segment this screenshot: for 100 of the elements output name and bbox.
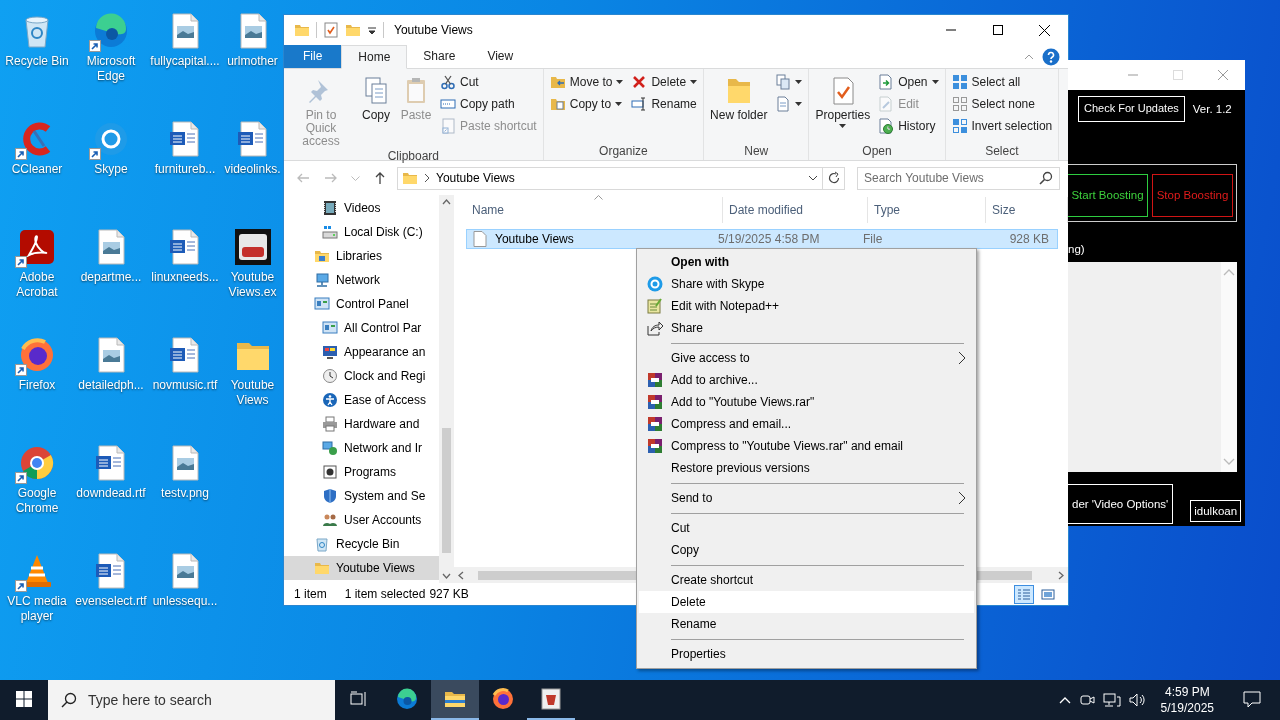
column-header[interactable]: Type xyxy=(868,197,986,223)
menu-item[interactable]: Add to "Youtube Views.rar" xyxy=(639,391,974,413)
nav-item[interactable]: Clock and Regi xyxy=(284,364,439,388)
nav-item[interactable]: User Accounts xyxy=(284,508,439,532)
nav-item[interactable]: All Control Par xyxy=(284,316,439,340)
menu-item[interactable]: Delete xyxy=(639,591,974,613)
start-button[interactable]: Start Boosting xyxy=(1068,174,1148,217)
nav-item[interactable]: Libraries xyxy=(284,244,439,268)
group-label: Clipboard xyxy=(386,149,441,164)
menu-item[interactable]: Cut xyxy=(639,517,974,539)
video-options-button[interactable]: der 'Video Options' xyxy=(1068,484,1174,524)
ribbon-tab[interactable]: Share xyxy=(407,45,472,68)
menu-item[interactable]: Send to xyxy=(639,487,974,509)
menu-item[interactable]: Compress to "Youtube Views.rar" and email xyxy=(639,435,974,457)
network-icon xyxy=(314,272,330,288)
menu-item[interactable]: Create shortcut xyxy=(639,569,974,591)
menu-item[interactable]: Share with Skype xyxy=(639,273,974,295)
clock-time[interactable]: 4:59 PM xyxy=(1160,684,1214,700)
camera-icon[interactable] xyxy=(1078,692,1095,708)
properties-icon[interactable] xyxy=(323,22,339,38)
taskbar-search-field[interactable]: Type here to search xyxy=(48,680,335,720)
taskbar-app-button[interactable] xyxy=(431,680,479,720)
nav-item[interactable]: Ease of Access xyxy=(284,388,439,412)
ribbon-button[interactable]: History xyxy=(875,115,942,137)
network-icon xyxy=(322,440,338,456)
menu-item[interactable]: Add to archive... xyxy=(639,369,974,391)
ribbon-button[interactable]: Move to xyxy=(546,71,627,93)
ribbon-button[interactable]: Delete xyxy=(628,71,701,93)
document-icon xyxy=(775,96,792,112)
ribbon-tab[interactable]: Home xyxy=(341,45,408,69)
dropdown-icon xyxy=(351,175,360,181)
clock-date[interactable]: 5/19/2025 xyxy=(1160,700,1214,716)
scrollbar-thumb[interactable] xyxy=(442,428,451,553)
printer-icon xyxy=(322,416,338,432)
menu-item[interactable]: Properties xyxy=(639,643,974,665)
accessibility-icon xyxy=(322,392,338,408)
delete-icon xyxy=(631,74,648,90)
column-header[interactable]: Name xyxy=(466,197,723,223)
network-icon[interactable] xyxy=(1102,692,1121,708)
help-icon[interactable] xyxy=(1042,47,1060,66)
stop-button[interactable]: Stop Boosting xyxy=(1152,174,1233,217)
view-button[interactable] xyxy=(1014,584,1034,604)
notification-icon xyxy=(1243,690,1261,708)
refresh-button[interactable] xyxy=(823,166,845,190)
folder-icon xyxy=(402,170,418,186)
address-bar[interactable]: Youtube Views xyxy=(397,166,823,190)
nav-item[interactable]: System and Se xyxy=(284,484,439,508)
ribbon-tab[interactable]: View xyxy=(471,45,530,68)
ribbon-button[interactable]: Properties xyxy=(812,71,874,129)
ribbon-button[interactable]: New folder xyxy=(707,71,771,123)
group-label: Select xyxy=(984,144,1020,160)
nav-item[interactable]: Local Disk (C:) xyxy=(284,220,439,244)
nav-item[interactable]: Videos xyxy=(284,196,439,220)
ribbon-button[interactable]: Rename xyxy=(628,93,701,115)
browser-icon xyxy=(491,687,515,711)
chat-app-icon xyxy=(647,276,663,292)
nav-item[interactable]: Recycle Bin xyxy=(284,532,439,556)
nav-item[interactable]: Network xyxy=(284,268,439,292)
nav-item[interactable]: Hardware and xyxy=(284,412,439,436)
menu-item[interactable]: Open with xyxy=(639,251,974,273)
select-none-icon xyxy=(951,96,968,112)
ribbon-tab[interactable]: File xyxy=(284,45,342,68)
menu-item[interactable]: Restore previous versions xyxy=(639,457,974,479)
ribbon-button[interactable]: Cut xyxy=(437,71,540,93)
ribbon-button[interactable]: Select none xyxy=(948,93,1056,115)
ribbon-button[interactable]: Copy path xyxy=(437,93,540,115)
column-header[interactable]: Date modified xyxy=(723,197,868,223)
ribbon-button[interactable]: Copy to xyxy=(546,93,627,115)
scrollbar[interactable] xyxy=(439,195,454,583)
file-row[interactable]: Youtube Views 5/19/2025 4:58 PM File 928 KB xyxy=(466,229,1058,249)
collapse-icon[interactable] xyxy=(1024,53,1034,60)
table-cell-text: File xyxy=(862,231,884,247)
chevron-up-icon[interactable] xyxy=(1058,696,1071,704)
nav-item[interactable]: Programs xyxy=(284,460,439,484)
control-panel-icon xyxy=(322,320,338,336)
menu-item[interactable]: Share xyxy=(639,317,974,339)
volume-icon[interactable] xyxy=(1128,692,1147,708)
menu-item[interactable]: Give access to xyxy=(639,347,974,369)
group-label: Organize xyxy=(598,144,649,160)
task-view-icon xyxy=(350,691,368,707)
breadcrumb[interactable]: Youtube Views xyxy=(436,170,515,186)
ribbon-button[interactable]: Copy xyxy=(357,71,395,123)
ribbon-button[interactable]: Invert selection xyxy=(948,115,1056,137)
menu-item[interactable]: Rename xyxy=(639,613,974,635)
search-field[interactable]: Search Youtube Views xyxy=(857,166,1060,190)
ribbon-button[interactable]: Open xyxy=(875,71,942,93)
menu-item[interactable]: Edit with Notepad++ xyxy=(639,295,974,317)
display-icon xyxy=(322,344,338,360)
menu-item[interactable]: Compress and email... xyxy=(639,413,974,435)
scrollbar[interactable] xyxy=(1221,262,1237,472)
dropdown-icon[interactable] xyxy=(808,175,818,181)
ribbon-button[interactable]: Select all xyxy=(948,71,1056,93)
nav-item[interactable]: Control Panel xyxy=(284,292,439,316)
nav-item[interactable]: Network and Ir xyxy=(284,436,439,460)
menu-item[interactable]: Copy xyxy=(639,539,974,561)
maximize-icon xyxy=(1172,70,1183,80)
nav-item[interactable]: Youtube Views xyxy=(284,556,439,580)
update-button[interactable]: Check For Updates xyxy=(1078,96,1185,122)
nav-item[interactable]: Appearance an xyxy=(284,340,439,364)
app-icon xyxy=(539,687,563,711)
